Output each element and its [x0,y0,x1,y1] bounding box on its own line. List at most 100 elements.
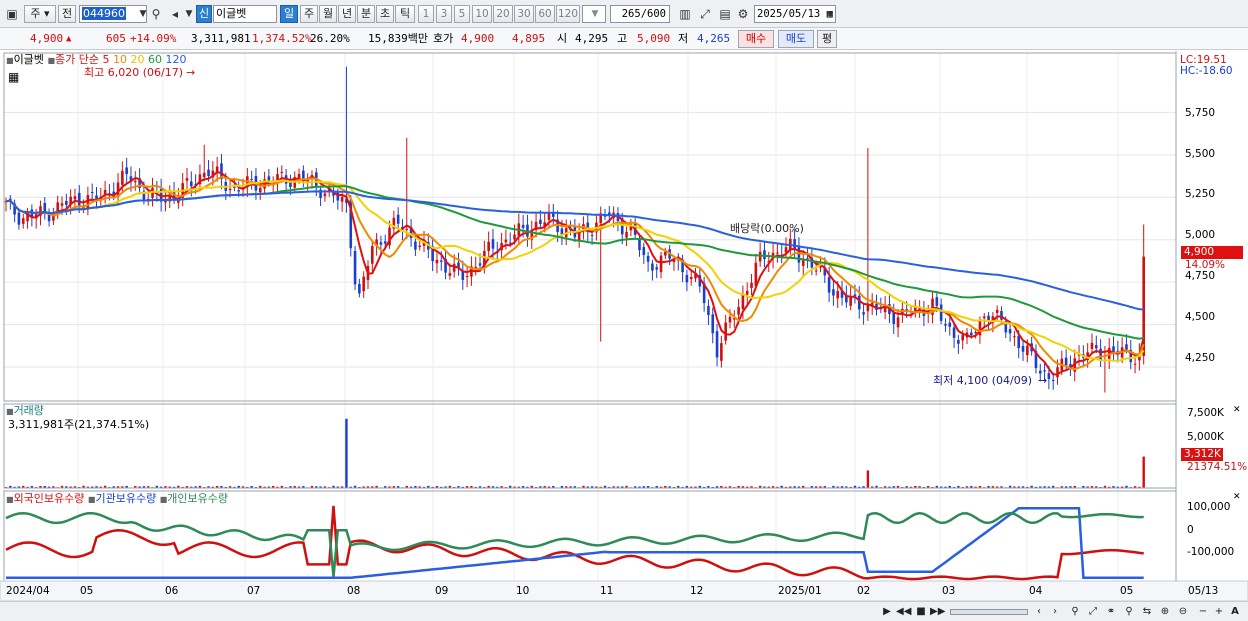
candle-body [711,314,715,334]
volume-last-pct: 21374.51% [1187,461,1248,473]
play-icon[interactable]: ▶ [880,605,894,619]
legend-ma-label[interactable]: 종가 단순 [55,53,99,66]
y-tick: 4,500 [1185,311,1216,323]
chart-area[interactable]: ■이글벳 ■종가 단순 5 10 20 60 120 ▦ 최고 6,020 (0… [0,51,1248,601]
date-field[interactable]: 2025/05/13 ▦ [754,5,836,23]
draw-tool-icon[interactable]: ⤢ [696,5,714,23]
search-icon[interactable]: ⚲ [147,5,165,23]
candle-body [1000,311,1003,320]
fast-forward-icon[interactable]: ▶▶ [930,605,945,619]
candle-type-icon[interactable]: ▥ [676,5,694,23]
legend-ma60: 60 [147,53,162,66]
moving-averages [5,171,1145,376]
min-price-note: 최저 4,100 (04/09) [933,374,1033,387]
holding-y-tick: 100,000 [1187,501,1231,513]
period-week[interactable]: 주 [300,5,318,23]
data-count-field[interactable]: 265/600 [610,5,670,23]
candle-body [651,263,654,271]
period-day[interactable]: 일 [280,5,298,23]
sell-button[interactable]: 매도 [778,30,814,48]
zoom-tool-icon[interactable]: ⚲ [1068,605,1082,619]
candle-body [258,187,262,193]
scroll-right-icon[interactable]: › [1048,605,1062,619]
candle-body [625,231,628,238]
window-icon[interactable]: ▣ [3,5,21,23]
market-type-select[interactable]: 주 ▾ [24,5,56,23]
legend-ma10: 10 [112,53,127,66]
auto-scale-icon[interactable]: A [1228,605,1242,619]
interval-30[interactable]: 30 [514,5,534,23]
magnet-icon[interactable]: ⚲ [1122,605,1136,619]
candle-body [720,343,723,361]
candle-body [513,234,516,240]
prev-button[interactable]: 전 [58,5,76,23]
bid-label: 호가 [433,32,454,45]
legend-foreign[interactable]: 외국인보유수량 [14,492,85,505]
chart-canvas[interactable] [0,51,1248,601]
dividend-note: 배당락(0.00%) [730,222,804,235]
period-year[interactable]: 년 [338,5,356,23]
interval-custom-dropdown[interactable]: ▼ [582,5,606,23]
x-axis-label: 2024/04 [6,585,50,597]
scroll-left-icon[interactable]: ‹ [1032,605,1046,619]
legend-stock-name[interactable]: 이글벳 [14,53,44,66]
period-minute[interactable]: 분 [357,5,375,23]
shrink-icon[interactable]: − [1196,605,1210,619]
candle-body [1047,373,1051,379]
mirror-icon[interactable]: ⇆ [1140,605,1154,619]
zoom-in-icon[interactable]: ⊕ [1158,605,1172,619]
interval-10[interactable]: 10 [472,5,492,23]
panel-frame [3,52,1177,402]
interval-60[interactable]: 60 [535,5,555,23]
x-axis-label: 2025/01 [778,585,822,597]
stock-name-field[interactable]: 이글벳 [213,5,277,23]
candle-body [358,284,361,294]
x-axis-label: 08 [347,585,361,597]
fit-icon[interactable]: ⤢ [1086,605,1100,619]
table-icon[interactable]: ▦ [8,71,19,84]
interval-1[interactable]: 1 [418,5,434,23]
candle-body [707,306,710,316]
candle-body [465,275,469,278]
close-icon[interactable]: ✕ [1233,404,1241,417]
interval-20[interactable]: 20 [493,5,513,23]
interval-120[interactable]: 120 [556,5,580,23]
price-change-pct: +14.09% [130,32,177,45]
candle-body [521,224,525,228]
volume-panel-title[interactable]: ■거래량 [6,404,44,418]
expand-icon[interactable]: + [1212,605,1226,619]
period-month[interactable]: 월 [319,5,337,23]
buy-button[interactable]: 매수 [738,30,774,48]
save-icon[interactable]: ▤ [716,5,734,23]
volume-bar [866,470,870,488]
stop-icon[interactable]: ■ [914,605,928,619]
candle-body [547,213,551,220]
scroll-track[interactable] [950,609,1028,615]
candle-body [1008,329,1012,334]
candle-body [435,259,439,264]
period-second[interactable]: 초 [376,5,394,23]
interval-3[interactable]: 3 [436,5,452,23]
close-icon[interactable]: ✕ [1233,491,1241,504]
candle-body [396,214,400,224]
calendar-icon[interactable]: ▦ [827,6,833,22]
volume-bars [4,418,1145,488]
candle-body [1056,367,1059,378]
zoom-out-icon[interactable]: ⊖ [1176,605,1190,619]
current-price: 4,900 [30,32,64,45]
candle-body [814,270,818,272]
bid-price: 4,895 [512,32,546,45]
candle-body [487,241,490,251]
legend-individual[interactable]: 개인보유수량 [167,492,228,505]
link-icon[interactable]: ⚭ [1104,605,1118,619]
period-tick[interactable]: 틱 [395,5,415,23]
candle-body [728,316,732,323]
candle-body [1043,370,1046,372]
y-tick: 5,500 [1185,148,1216,160]
holding-legend: ■외국인보유수량 ■기관보유수량 ■개인보유수량 [6,492,228,506]
flat-button[interactable]: 평 [817,30,837,48]
legend-institution[interactable]: 기관보유수량 [95,492,156,505]
interval-5[interactable]: 5 [454,5,470,23]
gear-icon[interactable]: ⚙ [734,5,752,23]
rewind-icon[interactable]: ◀◀ [896,605,911,619]
